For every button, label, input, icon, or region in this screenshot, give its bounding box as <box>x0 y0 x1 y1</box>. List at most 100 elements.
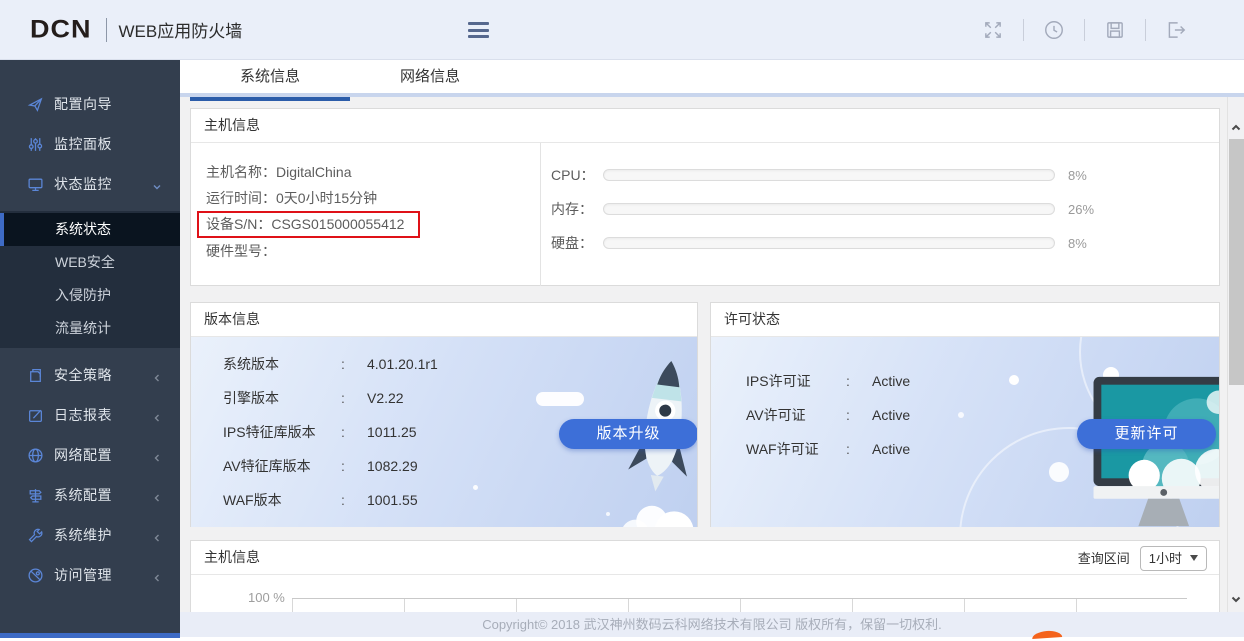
meter-label: 硬盘： <box>551 233 603 253</box>
sidebar-item-system-config[interactable]: 系统配置 <box>0 475 180 515</box>
access-icon <box>27 567 44 584</box>
resource-meters: CPU： 8% 内存： 26% 硬盘： 8% <box>541 143 1219 286</box>
host-usage-chart: 100 % <box>191 575 1219 612</box>
memory-percent: 26% <box>1068 202 1094 217</box>
cpu-progressbar <box>603 169 1055 181</box>
sidebar-subitem-traffic-statistics[interactable]: 流量统计 <box>0 312 180 345</box>
cpu-meter: CPU： 8% <box>551 158 1219 192</box>
annotation-red-box: 设备S/N：CSGS015000055412 <box>197 211 420 238</box>
copyright-text: Copyright© 2018 武汉神州数码云科网络技术有限公司 版权所有，保留… <box>482 617 942 632</box>
hardware-model-row: 硬件型号： <box>197 238 540 264</box>
report-icon <box>27 407 44 424</box>
sidebar-subitem-web-security[interactable]: WEB安全 <box>0 246 180 279</box>
disk-progressbar <box>603 237 1055 249</box>
sidebar-item-label: 日志报表 <box>54 405 112 425</box>
meter-label: CPU： <box>551 165 603 185</box>
query-range-select[interactable]: 1小时 <box>1140 546 1207 571</box>
dot-decor <box>606 512 610 516</box>
monitor-illustration <box>1079 373 1219 527</box>
chart-gridlines <box>292 598 1187 612</box>
wizard-icon <box>27 96 44 113</box>
scroll-up-arrow[interactable] <box>1230 121 1242 133</box>
host-info-panel: 主机信息 主机名称：DigitalChina 运行时间：0天0小时15分钟 设备… <box>190 108 1220 286</box>
tab-network-info[interactable]: 网络信息 <box>350 60 510 97</box>
sidebar-bottom-accent <box>0 633 180 638</box>
logo-divider <box>106 18 107 42</box>
sysconfig-icon <box>27 487 44 504</box>
dashboard-icon <box>27 136 44 153</box>
monitor-icon <box>27 176 44 193</box>
scrollbar-thumb[interactable] <box>1229 139 1244 385</box>
app-title: WEB应用防火墙 <box>119 17 243 42</box>
sidebar-item-status-monitor[interactable]: 状态监控 <box>0 164 180 204</box>
chevron-left-icon <box>152 530 162 540</box>
content-tabbar: 系统信息 网络信息 <box>180 60 1244 97</box>
cloud-decor <box>536 392 584 406</box>
header-divider <box>1023 19 1024 41</box>
panel-title: 许可状态 <box>711 303 1219 337</box>
header-divider <box>1084 19 1085 41</box>
panel-title: 主机信息 <box>191 109 1219 143</box>
orange-decor <box>1032 630 1062 639</box>
host-name-row: 主机名称：DigitalChina <box>197 159 540 185</box>
dot-decor <box>473 485 478 490</box>
scroll-down-arrow[interactable] <box>1230 592 1242 604</box>
dot-decor <box>958 412 964 418</box>
top-header: DCN WEB应用防火墙 <box>0 0 1244 60</box>
license-status-body: IPS许可证:Active AV许可证:Active WAF许可证:Active <box>711 337 1219 527</box>
query-range-label: 查询区间 <box>1078 542 1130 575</box>
chevron-left-icon <box>152 410 162 420</box>
dcn-logo: DCN <box>30 15 92 44</box>
host-info-fields: 主机名称：DigitalChina 运行时间：0天0小时15分钟 设备S/N：C… <box>191 143 541 286</box>
sidebar-item-config-wizard[interactable]: 配置向导 <box>0 84 180 124</box>
query-range-value: 1小时 <box>1149 542 1182 575</box>
network-icon <box>27 447 44 464</box>
update-license-button[interactable]: 更新许可 <box>1077 419 1216 449</box>
sidebar-item-label: 网络配置 <box>54 445 112 465</box>
fullscreen-icon[interactable] <box>982 19 1004 41</box>
save-icon[interactable] <box>1104 19 1126 41</box>
hamburger-menu-icon[interactable] <box>468 22 489 38</box>
sidebar-item-label: 安全策略 <box>54 365 112 385</box>
query-range-control: 查询区间 1小时 <box>1078 541 1207 575</box>
clock-icon[interactable] <box>1043 19 1065 41</box>
sidebar-item-label: 监控面板 <box>54 134 112 154</box>
dot-decor <box>1049 462 1069 482</box>
chevron-left-icon <box>152 570 162 580</box>
dropdown-arrow-icon <box>1190 555 1198 561</box>
logout-icon[interactable] <box>1165 19 1187 41</box>
version-info-panel: 版本信息 系统版本:4.01.20.1r1 引擎版本:V2.22 IPS特征库版… <box>190 302 698 527</box>
sidebar-item-label: 访问管理 <box>54 565 112 585</box>
sidebar-subitem-system-status[interactable]: 系统状态 <box>0 213 180 246</box>
sidebar-item-access-management[interactable]: 访问管理 <box>0 555 180 595</box>
footer: Copyright© 2018 武汉神州数码云科网络技术有限公司 版权所有，保留… <box>180 612 1244 637</box>
main-content: 主机信息 主机名称：DigitalChina 运行时间：0天0小时15分钟 设备… <box>180 97 1244 612</box>
version-upgrade-button[interactable]: 版本升级 <box>559 419 697 449</box>
chevron-left-icon <box>152 370 162 380</box>
sidebar-item-security-policy[interactable]: 安全策略 <box>0 355 180 395</box>
panel-title: 主机信息 <box>204 549 260 565</box>
license-status-panel: 许可状态 IPS许可证:Active AV许可证:Active WAF许可证:A… <box>710 302 1220 527</box>
sidebar-item-label: 系统配置 <box>54 485 112 505</box>
vertical-scrollbar[interactable] <box>1227 97 1244 612</box>
dot-decor <box>1009 375 1019 385</box>
sidebar-item-label: 状态监控 <box>54 174 112 194</box>
memory-meter: 内存： 26% <box>551 192 1219 226</box>
serial-number-row: 设备S/N：CSGS015000055412 <box>197 211 540 238</box>
sidebar-subitem-intrusion-prevention[interactable]: 入侵防护 <box>0 279 180 312</box>
disk-percent: 8% <box>1068 236 1087 251</box>
memory-progressbar <box>603 203 1055 215</box>
app-window: DCN WEB应用防火墙 <box>0 0 1244 641</box>
header-actions <box>963 0 1206 60</box>
sidebar-item-network-config[interactable]: 网络配置 <box>0 435 180 475</box>
tab-system-info[interactable]: 系统信息 <box>190 60 350 97</box>
sidebar-nav: 配置向导 监控面板 状态监控 系统状态 WEB安全 入侵防护 流量统计 <box>0 60 180 633</box>
header-divider <box>1145 19 1146 41</box>
chevron-down-icon <box>152 179 162 189</box>
sidebar-item-system-maintenance[interactable]: 系统维护 <box>0 515 180 555</box>
panel-title: 版本信息 <box>191 303 697 337</box>
policy-icon <box>27 367 44 384</box>
version-info-body: 系统版本:4.01.20.1r1 引擎版本:V2.22 IPS特征库版本:101… <box>191 337 697 527</box>
sidebar-item-log-reports[interactable]: 日志报表 <box>0 395 180 435</box>
sidebar-item-dashboard[interactable]: 监控面板 <box>0 124 180 164</box>
